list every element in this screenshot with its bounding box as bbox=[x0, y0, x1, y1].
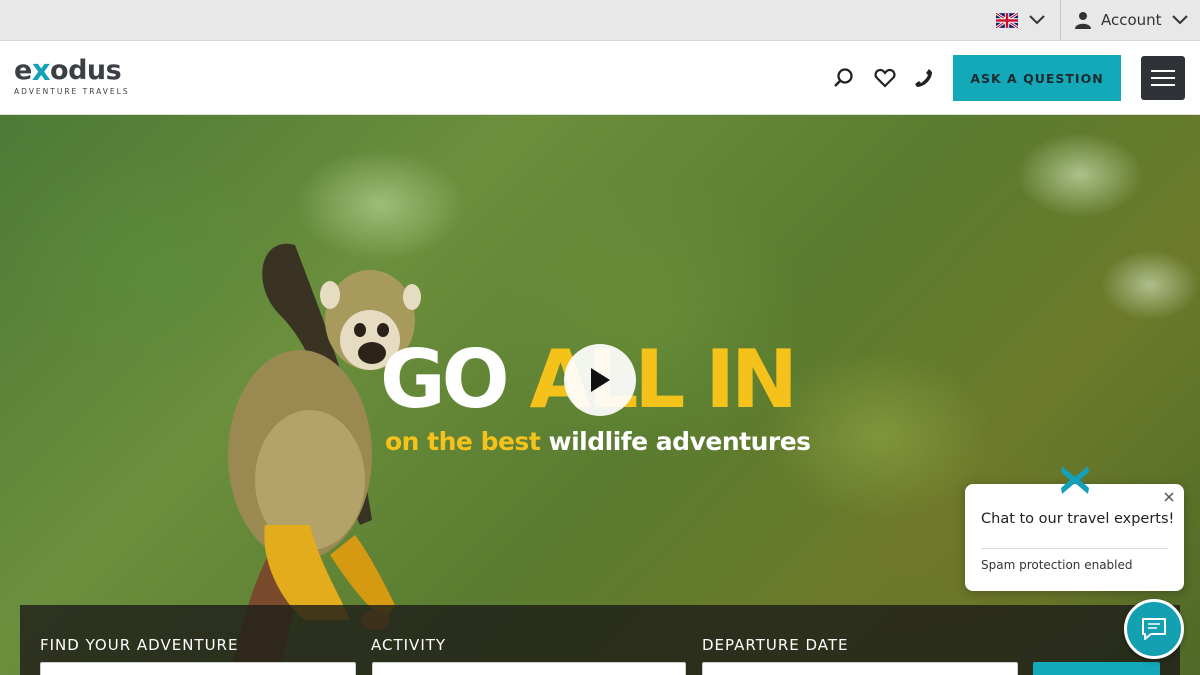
play-icon bbox=[591, 368, 610, 392]
exodus-logo[interactable]: e x odus ADVENTURE TRAVELS bbox=[14, 53, 138, 99]
video-play-button[interactable] bbox=[564, 344, 636, 416]
chat-title: Chat to our travel experts! bbox=[981, 511, 1175, 527]
activity-label: ACTIVITY bbox=[371, 636, 447, 654]
spam-protection-note: Spam protection enabled bbox=[981, 558, 1133, 572]
user-icon bbox=[1075, 12, 1091, 29]
hamburger-menu-button[interactable] bbox=[1141, 56, 1185, 100]
find-adventure-label: FIND YOUR ADVENTURE bbox=[40, 636, 239, 654]
chevron-down-icon bbox=[1029, 15, 1045, 25]
phone-icon[interactable] bbox=[912, 66, 936, 90]
hero-banner: GO ALL IN on the best wildlife adventure… bbox=[0, 115, 1200, 675]
logo-tagline: ADVENTURE TRAVELS bbox=[14, 87, 130, 96]
hero-subline: on the best wildlife adventures bbox=[385, 427, 811, 456]
chat-divider bbox=[981, 548, 1168, 549]
search-icon[interactable] bbox=[832, 66, 856, 90]
account-label: Account bbox=[1101, 11, 1162, 29]
find-adventure-input[interactable] bbox=[40, 662, 356, 675]
utility-divider bbox=[1060, 0, 1061, 40]
chevron-down-icon bbox=[1171, 15, 1188, 25]
departure-date-input[interactable] bbox=[702, 662, 1018, 675]
utility-bar: Account bbox=[0, 0, 1200, 41]
departure-date-label: DEPARTURE DATE bbox=[702, 636, 849, 654]
heart-icon[interactable] bbox=[873, 66, 897, 90]
language-selector[interactable] bbox=[990, 0, 1060, 40]
activity-select[interactable] bbox=[372, 662, 686, 675]
logo-wordmark: e x odus bbox=[14, 53, 122, 87]
ask-question-button[interactable]: ASK A QUESTION bbox=[953, 55, 1121, 101]
adventure-search-bar: FIND YOUR ADVENTURE ACTIVITY DEPARTURE D… bbox=[20, 605, 1180, 675]
exodus-x-icon bbox=[1061, 466, 1089, 494]
uk-flag-icon bbox=[996, 12, 1018, 28]
search-submit-button[interactable] bbox=[1033, 662, 1160, 675]
chat-launcher-button[interactable] bbox=[1124, 599, 1184, 659]
chat-bubble-icon bbox=[1142, 618, 1166, 640]
account-menu[interactable]: Account bbox=[1074, 0, 1189, 40]
close-icon[interactable] bbox=[1162, 490, 1176, 504]
hamburger-menu-icon bbox=[1151, 70, 1175, 72]
site-header: e x odus ADVENTURE TRAVELS ASK A QUESTION bbox=[0, 41, 1200, 115]
chat-popup: Chat to our travel experts! Spam protect… bbox=[965, 484, 1184, 591]
